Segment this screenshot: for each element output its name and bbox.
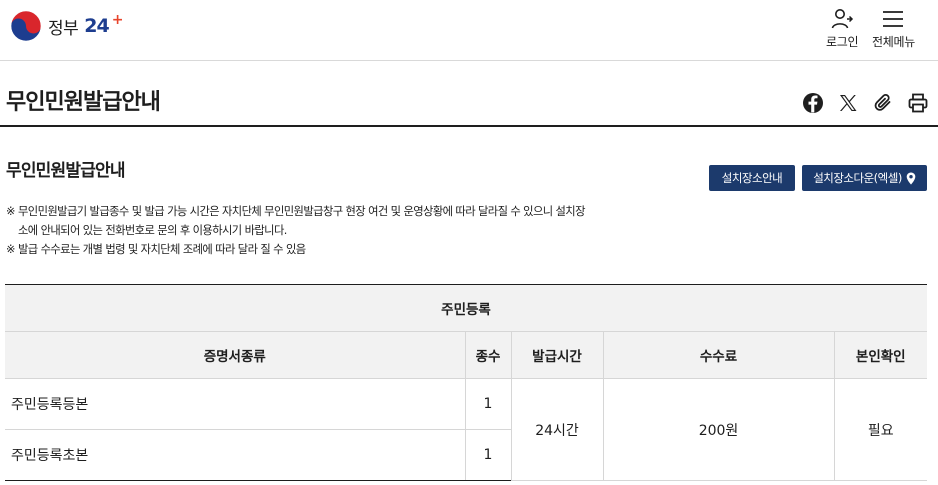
notice-item: ※ 무인민원발급기 발급종수 및 발급 가능 시간은 자치단체 무인민원발급창구…: [6, 205, 586, 218]
share-toolbar: [802, 92, 929, 114]
certificate-name: 주민등록초본: [5, 429, 466, 481]
table-caption: 주민등록: [5, 284, 927, 332]
login-button[interactable]: 로그인: [826, 8, 859, 50]
all-menu-label: 전체메뉴: [872, 35, 915, 49]
notice-item: ※ 발급 수수료는 개별 법령 및 자치단체 조례에 따라 달라 질 수 있음: [6, 243, 306, 256]
column-header: 본인확인: [833, 331, 927, 379]
install-location-download-button[interactable]: 설치장소다운(엑셀): [802, 165, 927, 191]
title-divider: [0, 125, 938, 127]
logo-plus: +: [111, 12, 124, 28]
issuance-time: 24시간: [510, 378, 604, 481]
site-header: 정부 24 + 로그인 전체메뉴: [0, 0, 938, 61]
certificate-count: 1: [464, 378, 512, 430]
notice-item: 소에 안내되어 있는 전화번호로 문의 후 이용하시기 바랍니다.: [18, 224, 287, 237]
user-icon: [831, 9, 854, 29]
certificate-count: 1: [464, 429, 511, 481]
install-location-guide-label: 설치장소안내: [721, 171, 783, 185]
logo-text: 정부: [48, 18, 79, 39]
page-title: 무인민원발급안내: [6, 90, 161, 115]
install-location-download-label: 설치장소다운(엑셀): [813, 171, 902, 185]
column-header: 발급시간: [510, 331, 604, 379]
install-location-guide-button[interactable]: 설치장소안내: [709, 165, 795, 191]
certificate-name: 주민등록등본: [5, 378, 466, 430]
x-icon[interactable]: [837, 92, 859, 114]
section-title: 무인민원발급안내: [6, 161, 126, 181]
taegeuk-logo-icon: [10, 10, 42, 42]
table-header-row: 증명서종류 종수 발급시간 수수료 본인확인: [5, 331, 927, 379]
facebook-icon[interactable]: [802, 92, 824, 114]
all-menu-button[interactable]: 전체메뉴: [872, 8, 915, 50]
column-header: 수수료: [602, 331, 835, 379]
print-icon[interactable]: [907, 92, 929, 114]
login-label: 로그인: [826, 35, 859, 49]
map-pin-icon: [906, 172, 916, 184]
gov24-logo[interactable]: 정부 24 +: [10, 10, 123, 42]
link-icon[interactable]: [872, 92, 894, 114]
issuance-table: 주민등록 증명서종류 종수 발급시간 수수료 본인확인 주민등록등본 1 24시…: [5, 284, 927, 481]
issuance-fee: 200원: [602, 378, 835, 481]
table-caption-row: 주민등록: [5, 284, 927, 332]
identity-verification: 필요: [833, 378, 927, 481]
notice-list: ※ 무인민원발급기 발급종수 및 발급 가능 시간은 자치단체 무인민원발급창구…: [6, 202, 646, 259]
table-row: 주민등록등본 1 24시간 200원 필요: [5, 378, 927, 481]
column-header: 종수: [464, 331, 512, 379]
column-header: 증명서종류: [5, 331, 466, 379]
hamburger-icon: [883, 11, 904, 27]
logo-number: 24: [84, 15, 109, 37]
